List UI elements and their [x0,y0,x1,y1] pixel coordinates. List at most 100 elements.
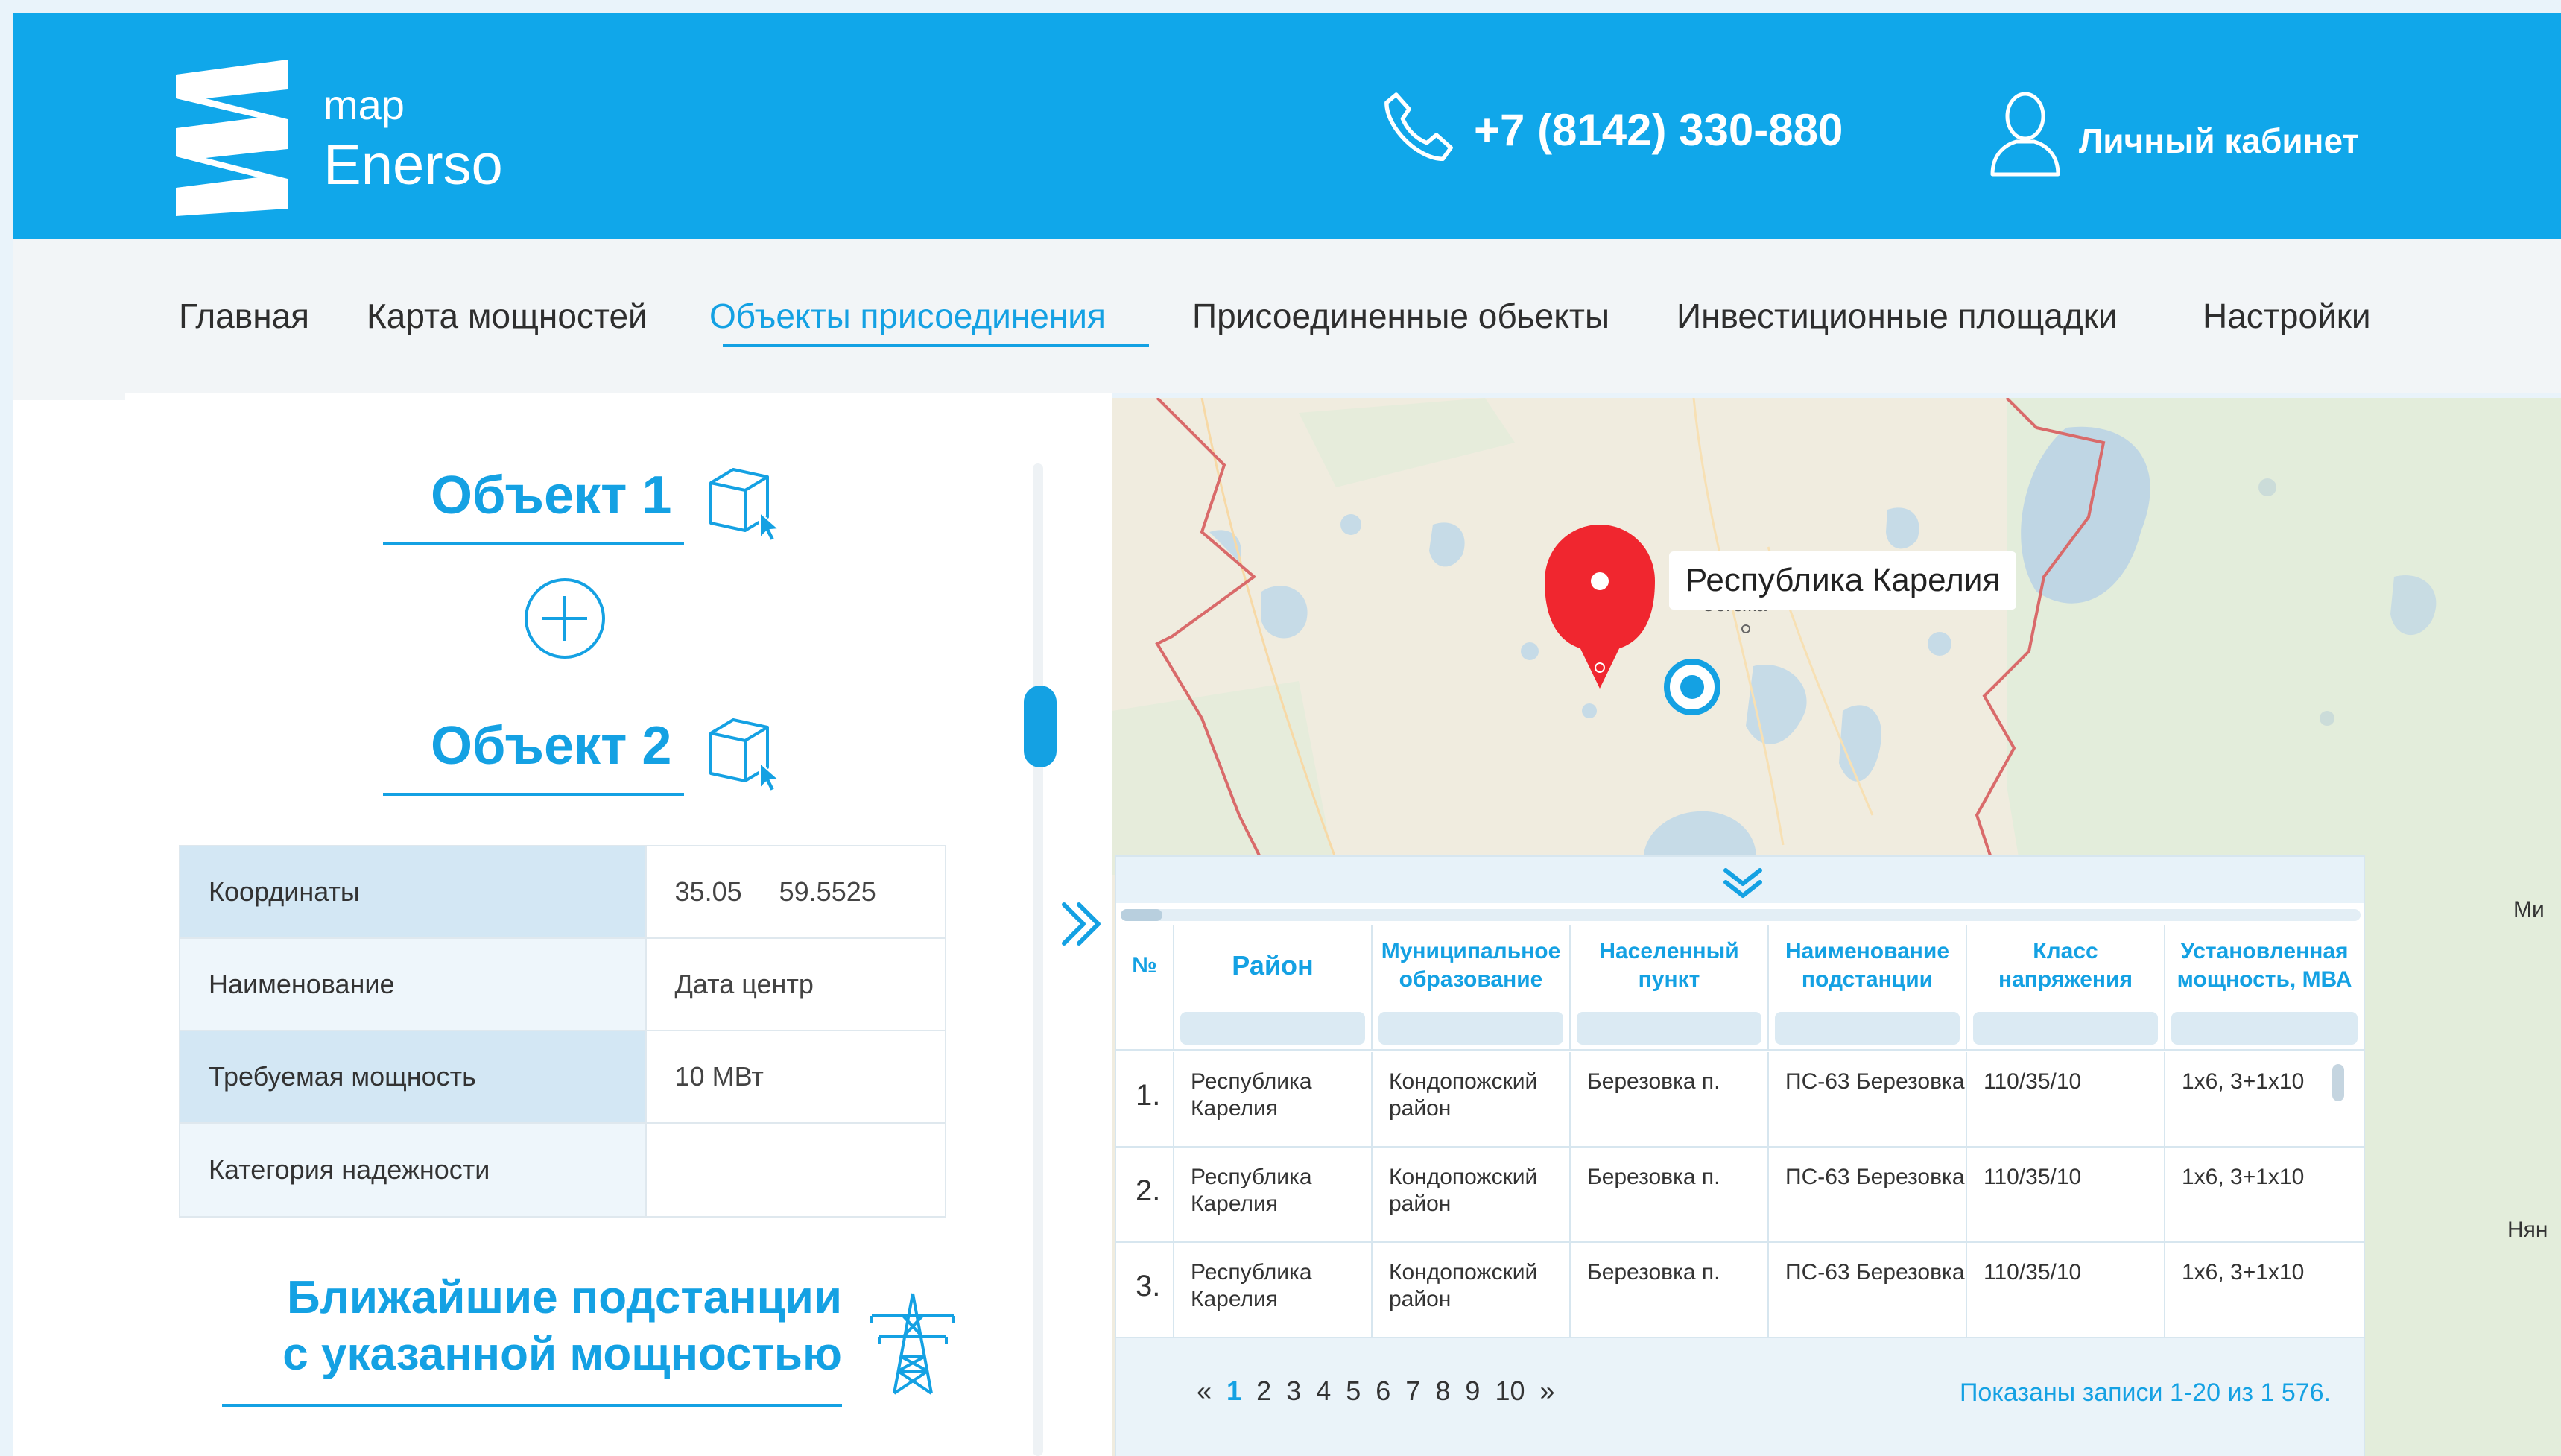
pager-page-6[interactable]: 6 [1376,1376,1390,1406]
pager-page-4[interactable]: 4 [1316,1376,1331,1406]
info-row-required-power: Требуемая мощность 10 МВт [180,1031,945,1124]
required-power-value[interactable]: 10 МВт [645,1031,945,1122]
district-cell: Республика Карелия [1174,1243,1373,1338]
pager-page-9[interactable]: 9 [1465,1376,1480,1406]
pager-page-7[interactable]: 7 [1405,1376,1420,1406]
object-info-table: Координаты 35.05 59.5525 Наименование Да… [179,845,946,1218]
capacity-cell: 1х6, 3+1х10 [2182,1260,2305,1285]
column-header-capacity[interactable]: Установленная мощность, МВА [2165,925,2364,1051]
panel-scrollbar-thumb[interactable] [1024,686,1057,767]
table-row[interactable]: 3. Республика Карелия Кондопожский район… [1116,1243,2364,1338]
capacity-cell: 1х6, 3+1х10 [2182,1165,2305,1189]
table-row[interactable]: 2. Республика Карелия Кондопожский район… [1116,1148,2364,1243]
records-count: Показаны записи 1-20 из 1 576. [1959,1379,2331,1407]
info-row-coordinates: Координаты 35.05 59.5525 [180,846,945,939]
substation-cell: ПС-63 Березовка [1769,1243,1967,1338]
table-footer: « 1 2 3 4 5 6 7 8 9 10 » Показаны записи… [1116,1338,2364,1456]
table-vertical-scroll-thumb[interactable] [2332,1064,2344,1101]
filter-input[interactable] [1180,1012,1365,1045]
column-label: Наименование подстанции [1785,939,1950,992]
nearest-substations-heading[interactable]: Ближайшие подстанции с указанной мощност… [224,1270,842,1383]
filter-input[interactable] [2171,1012,2358,1045]
logo-subtitle: map [323,81,405,128]
district-cell: Республика Карелия [1174,1052,1373,1148]
phone-icon [1384,92,1453,162]
nav-item-connection-objects[interactable]: Объекты присоединения [709,296,1106,336]
site-header: map Enerso +7 (8142) 330-880 Личный каби… [13,13,2561,239]
object-2-title[interactable]: Объект 2 [431,715,671,776]
column-header-number[interactable]: № [1116,925,1174,1051]
filter-input[interactable] [1577,1012,1761,1045]
cube-select-icon[interactable] [703,460,785,542]
name-value[interactable]: Дата центр [645,939,945,1030]
pager-page-2[interactable]: 2 [1256,1376,1271,1406]
table-horizontal-scroll-thumb[interactable] [1121,909,1162,921]
pager-page-8[interactable]: 8 [1435,1376,1450,1406]
municipality-cell: Кондопожский район [1373,1052,1571,1148]
reliability-value[interactable] [645,1124,945,1216]
phone-number[interactable]: +7 (8142) 330-880 [1474,104,1843,156]
table-row[interactable]: 1. Республика Карелия Кондопожский район… [1116,1052,2364,1148]
column-header-district[interactable]: Район [1174,925,1373,1051]
add-object-icon[interactable] [522,575,608,662]
district-cell: Республика Карелия [1174,1148,1373,1243]
column-header-municipality[interactable]: Муниципальное образование [1373,925,1571,1051]
personal-account-link[interactable]: Личный кабинет [2079,121,2359,161]
cube-select-icon[interactable] [703,711,785,793]
map-region-tooltip[interactable]: Республика Карелия [1669,551,2017,610]
pager-page-3[interactable]: 3 [1286,1376,1301,1406]
panel-scrollbar-track[interactable] [1033,463,1043,1456]
substation-cell: ПС-63 Березовка [1769,1052,1967,1148]
table-header: № Район Муниципальное образование Населе… [1116,925,2364,1051]
nav-item-home[interactable]: Главная [179,296,309,336]
nearest-underline [222,1404,842,1407]
nav-item-connected-objects[interactable]: Присоединенные обьекты [1192,296,1609,336]
substations-table-panel: № Район Муниципальное образование Населе… [1115,855,2365,1456]
nav-item-investment-sites[interactable]: Инвестиционные площадки [1677,296,2118,336]
map-edge-label: Нян [2507,1218,2548,1242]
row-number: 3. [1116,1243,1174,1338]
voltage-cell: 110/35/10 [1967,1148,2165,1243]
pagination: « 1 2 3 4 5 6 7 8 9 10 » [1197,1376,1563,1407]
pager-next-button[interactable]: » [1540,1376,1555,1406]
panel-notch [13,393,125,400]
pager-page-10[interactable]: 10 [1495,1376,1525,1406]
voltage-cell: 110/35/10 [1967,1052,2165,1148]
nav-item-settings[interactable]: Настройки [2203,296,2371,336]
object-1-underline [383,542,684,545]
substation-cell: ПС-63 Березовка [1769,1148,1967,1243]
column-label: Класс напряжения [1998,939,2133,992]
info-label: Требуемая мощность [180,1031,645,1122]
column-label: Установленная мощность, МВА [2177,939,2352,992]
filter-input[interactable] [1378,1012,1563,1045]
column-label: № [1132,953,1157,978]
double-chevron-down-icon[interactable] [1718,864,1767,902]
pager-page-5[interactable]: 5 [1346,1376,1361,1406]
nearest-line-2: с указанной мощностью [282,1329,842,1380]
user-icon[interactable] [1988,89,2063,177]
double-chevron-right-icon[interactable] [1055,894,1107,954]
nav-item-capacity-map[interactable]: Карта мощностей [367,296,648,336]
object-1-title[interactable]: Объект 1 [431,465,671,526]
info-row-reliability: Категория надежности [180,1124,945,1216]
info-label: Категория надежности [180,1124,645,1216]
settlement-cell: Березовка п. [1571,1148,1769,1243]
enerso-logo-icon[interactable] [176,60,288,216]
filter-input[interactable] [1973,1012,2158,1045]
voltage-cell: 110/35/10 [1967,1243,2165,1338]
column-header-substation[interactable]: Наименование подстанции [1769,925,1967,1051]
main-nav: Главная Карта мощностей Объекты присоеди… [13,239,2561,393]
column-header-voltage[interactable]: Класс напряжения [1967,925,2165,1051]
power-tower-icon [870,1293,955,1395]
pager-page-1[interactable]: 1 [1226,1376,1241,1406]
logo-title[interactable]: Enerso [323,133,503,197]
row-number: 1. [1116,1052,1174,1148]
settlement-cell: Березовка п. [1571,1052,1769,1148]
column-header-settlement[interactable]: Населенный пункт [1571,925,1769,1051]
filter-input[interactable] [1775,1012,1960,1045]
pager-prev-button[interactable]: « [1197,1376,1212,1406]
table-horizontal-scrollbar[interactable] [1121,909,2361,921]
info-row-name: Наименование Дата центр [180,939,945,1031]
coordinates-value[interactable]: 35.05 59.5525 [645,846,945,937]
settlement-cell: Березовка п. [1571,1243,1769,1338]
